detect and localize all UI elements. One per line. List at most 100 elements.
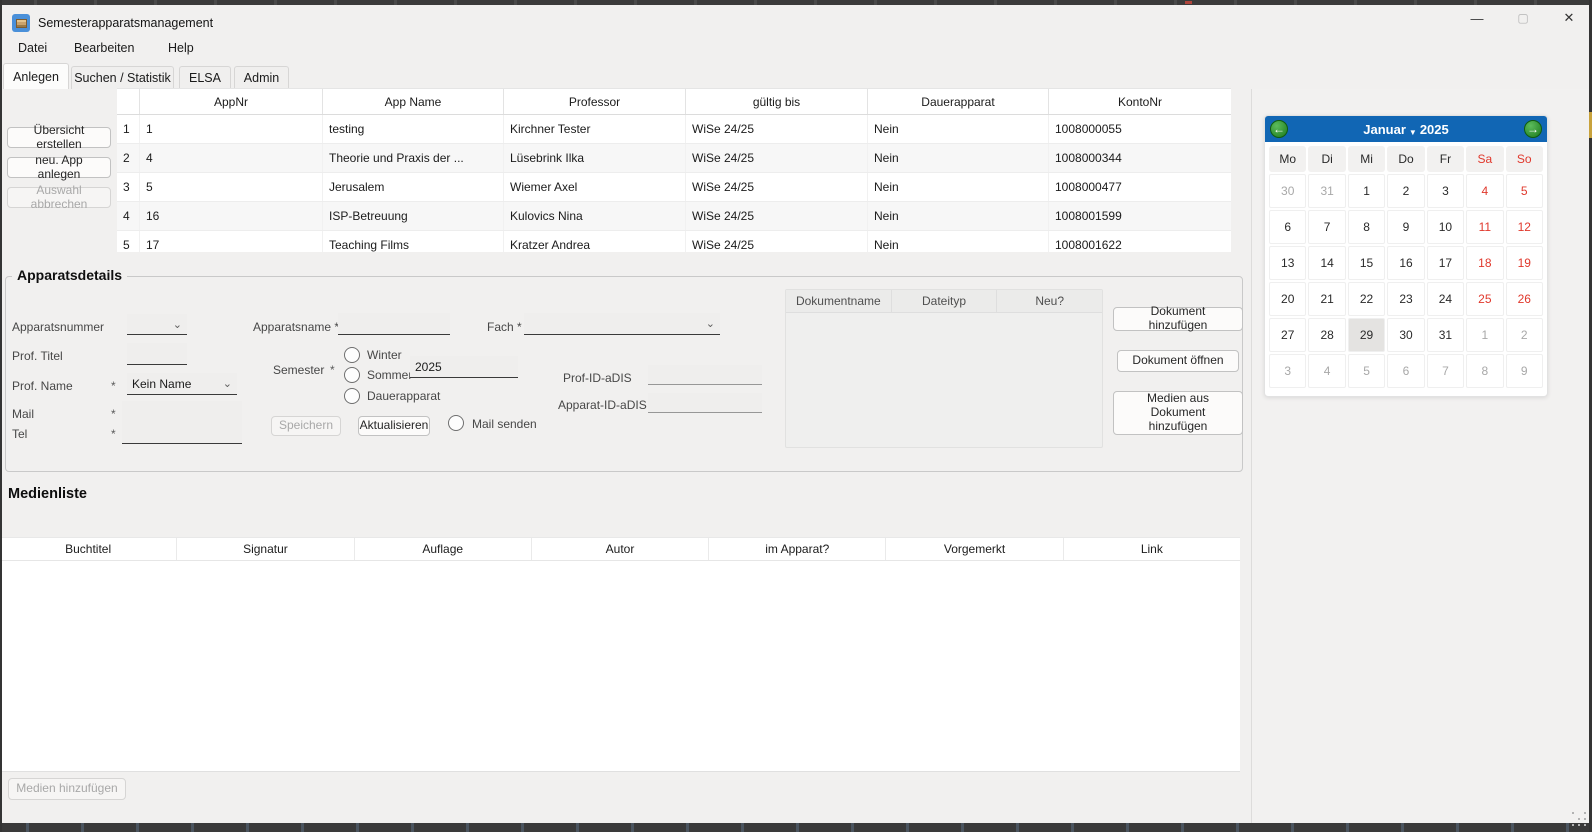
table-cell[interactable]: 1008000344 xyxy=(1049,144,1231,172)
menu-help[interactable]: Help xyxy=(164,39,198,57)
calendar-day[interactable]: 1 xyxy=(1466,318,1503,352)
table-cell[interactable]: WiSe 24/25 xyxy=(686,202,868,230)
calendar-prev-icon[interactable]: ← xyxy=(1270,120,1288,138)
medien-hinzufuegen-button[interactable]: Medien hinzufügen xyxy=(8,778,126,800)
calendar-day[interactable]: 27 xyxy=(1269,318,1306,352)
calendar-day[interactable]: 23 xyxy=(1387,282,1424,316)
table-cell[interactable]: WiSe 24/25 xyxy=(686,231,868,252)
calendar-day[interactable]: 16 xyxy=(1387,246,1424,280)
table-cell[interactable]: 5 xyxy=(140,173,323,201)
calendar-day[interactable]: 12 xyxy=(1506,210,1543,244)
calendar-day[interactable]: 9 xyxy=(1506,354,1543,388)
prof-id-adis-input[interactable] xyxy=(648,365,762,385)
column-header-link[interactable]: Link xyxy=(1064,538,1240,560)
tab-anlegen[interactable]: Anlegen xyxy=(3,63,69,89)
calendar-day[interactable]: 8 xyxy=(1466,354,1503,388)
maximize-button[interactable]: ▢ xyxy=(1500,5,1546,31)
calendar-day[interactable]: 5 xyxy=(1348,354,1385,388)
prof-titel-input[interactable] xyxy=(127,343,187,365)
apparatsname-input[interactable] xyxy=(338,313,450,335)
mail-senden-checkbox[interactable] xyxy=(448,415,464,431)
table-cell[interactable]: WiSe 24/25 xyxy=(686,115,868,143)
dauerapparat-radio-label[interactable]: Dauerapparat xyxy=(367,389,440,403)
apparatsnummer-combobox[interactable]: ⌄ xyxy=(127,314,187,335)
calendar-title[interactable]: Januar▼ 2025 xyxy=(1363,122,1448,137)
winter-radio[interactable] xyxy=(344,347,360,363)
calendar-day[interactable]: 30 xyxy=(1269,174,1306,208)
table-cell[interactable]: Nein xyxy=(868,231,1049,252)
mail-senden-label[interactable]: Mail senden xyxy=(472,417,537,431)
table-cell[interactable]: 17 xyxy=(140,231,323,252)
calendar-day[interactable]: 19 xyxy=(1506,246,1543,280)
table-row[interactable]: 416ISP-BetreuungKulovics NinaWiSe 24/25N… xyxy=(117,202,1231,231)
tel-input[interactable] xyxy=(122,422,242,444)
column-header-appnr[interactable]: AppNr xyxy=(140,89,323,114)
table-cell[interactable]: 1008000477 xyxy=(1049,173,1231,201)
medien-aus-dokument-button[interactable]: Medien aus Dokument hinzufügen xyxy=(1113,391,1243,435)
calendar-day[interactable]: 31 xyxy=(1308,174,1345,208)
calendar-day[interactable]: 6 xyxy=(1269,210,1306,244)
table-cell[interactable]: 1008001599 xyxy=(1049,202,1231,230)
table-row[interactable]: 11testingKirchner TesterWiSe 24/25Nein10… xyxy=(117,115,1231,144)
table-cell[interactable]: Nein xyxy=(868,202,1049,230)
table-cell[interactable]: 1 xyxy=(140,115,323,143)
table-cell[interactable]: Theorie und Praxis der ... xyxy=(323,144,504,172)
prof-name-combobox[interactable]: Kein Name⌄ xyxy=(127,373,237,395)
row-number-cell[interactable]: 3 xyxy=(117,173,140,201)
table-cell[interactable]: Kratzer Andrea xyxy=(504,231,686,252)
dokument-oeffnen-button[interactable]: Dokument öffnen xyxy=(1117,350,1239,372)
calendar-day[interactable]: 10 xyxy=(1427,210,1464,244)
column-header-im-apparat-[interactable]: im Apparat? xyxy=(709,538,886,560)
table-cell[interactable]: Kulovics Nina xyxy=(504,202,686,230)
calendar-day[interactable]: 20 xyxy=(1269,282,1306,316)
row-number-cell[interactable]: 4 xyxy=(117,202,140,230)
row-number-cell[interactable]: 5 xyxy=(117,231,140,252)
tab-elsa[interactable]: ELSA xyxy=(179,66,231,89)
tab-suchen-statistik[interactable]: Suchen / Statistik xyxy=(71,66,174,89)
column-header-buchtitel[interactable]: Buchtitel xyxy=(0,538,177,560)
table-cell[interactable]: WiSe 24/25 xyxy=(686,173,868,201)
column-header-neu[interactable]: Neu? xyxy=(997,290,1102,312)
calendar-day[interactable]: 28 xyxy=(1308,318,1345,352)
auswahl-abbrechen-button[interactable]: Auswahl abbrechen xyxy=(7,187,111,208)
fach-combobox[interactable]: ⌄ xyxy=(524,313,720,335)
sommer-radio-label[interactable]: Sommer xyxy=(367,368,412,382)
calendar-day[interactable]: 4 xyxy=(1466,174,1503,208)
calendar-day[interactable]: 18 xyxy=(1466,246,1503,280)
neu-app-anlegen-button[interactable]: neu. App anlegen xyxy=(7,157,111,178)
table-cell[interactable]: 4 xyxy=(140,144,323,172)
column-header-vorgemerkt[interactable]: Vorgemerkt xyxy=(886,538,1063,560)
calendar-day[interactable]: 26 xyxy=(1506,282,1543,316)
menu-datei[interactable]: Datei xyxy=(14,39,51,57)
table-cell[interactable]: Nein xyxy=(868,115,1049,143)
calendar-year[interactable]: 2025 xyxy=(1420,122,1449,137)
calendar-day[interactable]: 6 xyxy=(1387,354,1424,388)
column-header-signatur[interactable]: Signatur xyxy=(177,538,354,560)
aktualisieren-button[interactable]: Aktualisieren xyxy=(358,416,430,436)
calendar-day[interactable]: 13 xyxy=(1269,246,1306,280)
table-cell[interactable]: Lüsebrink Ilka xyxy=(504,144,686,172)
table-row[interactable]: 517Teaching FilmsKratzer AndreaWiSe 24/2… xyxy=(117,231,1231,252)
column-header-dokumentname[interactable]: Dokumentname xyxy=(786,290,892,312)
table-cell[interactable]: 1008001622 xyxy=(1049,231,1231,252)
tab-admin[interactable]: Admin xyxy=(234,66,289,89)
calendar-day[interactable]: 7 xyxy=(1427,354,1464,388)
dauerapparat-radio[interactable] xyxy=(344,388,360,404)
close-button[interactable]: ✕ xyxy=(1546,5,1592,31)
table-cell[interactable]: WiSe 24/25 xyxy=(686,144,868,172)
calendar-day[interactable]: 22 xyxy=(1348,282,1385,316)
table-cell[interactable]: Kirchner Tester xyxy=(504,115,686,143)
apparat-id-adis-input[interactable] xyxy=(648,393,762,413)
mail-input[interactable] xyxy=(122,401,242,423)
table-cell[interactable]: Teaching Films xyxy=(323,231,504,252)
calendar-day[interactable]: 24 xyxy=(1427,282,1464,316)
calendar-day[interactable]: 2 xyxy=(1387,174,1424,208)
calendar-day[interactable]: 21 xyxy=(1308,282,1345,316)
calendar-next-icon[interactable]: → xyxy=(1524,120,1542,138)
table-cell[interactable]: ISP-Betreuung xyxy=(323,202,504,230)
uebersicht-erstellen-button[interactable]: Übersicht erstellen xyxy=(7,127,111,148)
calendar-day[interactable]: 17 xyxy=(1427,246,1464,280)
calendar-day[interactable]: 9 xyxy=(1387,210,1424,244)
minimize-button[interactable]: — xyxy=(1454,5,1500,31)
semester-year-input[interactable]: 2025 xyxy=(410,356,518,378)
